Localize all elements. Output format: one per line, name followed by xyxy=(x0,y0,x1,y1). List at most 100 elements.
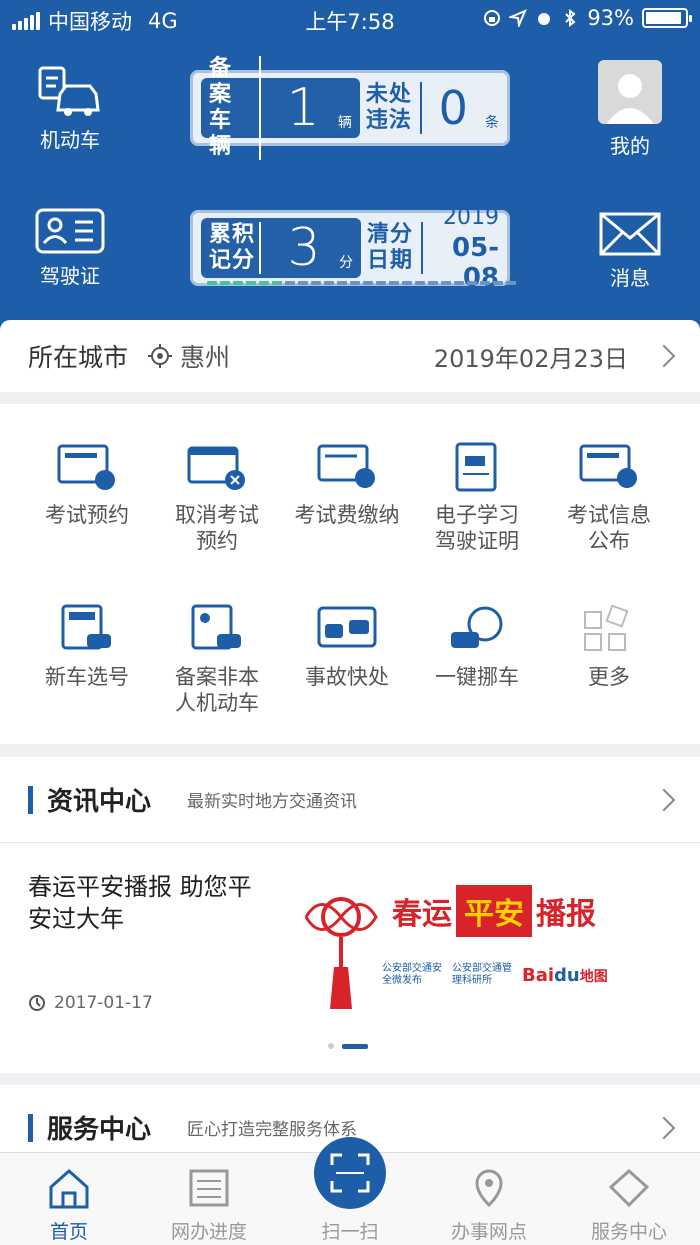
service-e-learning[interactable]: 电子学习 驾驶证明 xyxy=(412,442,542,554)
progress-segment xyxy=(272,281,282,285)
message-button[interactable]: 消息 xyxy=(565,212,695,291)
battery-percent: 93% xyxy=(587,6,634,30)
violation-label-2: 违法 xyxy=(365,108,412,133)
carousel-dot[interactable] xyxy=(328,1043,334,1049)
progress-segment xyxy=(402,281,412,285)
banner-text-1: 春运 xyxy=(392,897,452,932)
mine-label[interactable]: 我的 xyxy=(565,130,695,160)
violation-unit: 条 xyxy=(485,115,499,131)
service-cancel-exam[interactable]: 取消考试 预约 xyxy=(152,442,282,554)
city-bar[interactable]: 所在城市 惠州 2019年02月23日 xyxy=(0,320,700,392)
baidu-logo-text: Bai xyxy=(522,964,555,986)
tab-bar: 首页 网办进度 扫一扫 办事网点 服务中心 xyxy=(0,1137,700,1245)
service-exam-fee[interactable]: 考试费缴纳 xyxy=(282,442,412,528)
scan-button[interactable] xyxy=(314,1137,386,1209)
city-name: 惠州 xyxy=(180,343,231,372)
tab-service-center-label: 服务中心 xyxy=(590,1221,667,1243)
violation-count: 0 xyxy=(438,81,468,135)
points-unit: 分 xyxy=(339,255,354,271)
service-label: 备案非本 xyxy=(175,665,259,689)
exam-fee-icon xyxy=(317,444,375,488)
city-label: 所在城市 xyxy=(28,343,129,372)
exam-info-icon xyxy=(579,444,637,488)
map-pin-icon xyxy=(475,1169,503,1208)
progress-segment xyxy=(389,281,399,285)
rotation-lock-icon xyxy=(484,10,501,26)
baidu-logo-map: 地图 xyxy=(579,968,608,985)
alarm-icon xyxy=(538,13,551,25)
vehicle-icon xyxy=(38,66,100,116)
service-exam-info[interactable]: 考试信息 公布 xyxy=(544,442,674,554)
baidu-logo: Baidu地图 xyxy=(522,965,608,986)
news-item-time: 2017-01-17 xyxy=(28,993,153,1013)
battery-icon xyxy=(642,8,692,28)
tab-scan[interactable]: 扫一扫 xyxy=(285,1217,415,1244)
plate-select-icon xyxy=(61,604,111,650)
carousel-dots xyxy=(328,1043,368,1049)
license-button[interactable]: 驾驶证 xyxy=(5,208,135,289)
points-progress xyxy=(207,281,516,285)
violation-label-1: 未处 xyxy=(365,82,412,107)
carousel-dot-active[interactable] xyxy=(342,1043,368,1049)
cancel-exam-icon xyxy=(187,446,245,490)
points-label-1: 累积 xyxy=(209,222,256,247)
progress-segment xyxy=(298,281,308,285)
banner-logo-2: 公安部交通管理科研所 xyxy=(452,963,512,986)
news-item-title[interactable]: 春运平安播报 助您平安过大年 xyxy=(28,871,258,935)
city-date: 2019年02月23日 xyxy=(433,344,628,373)
chevron-right-icon xyxy=(652,344,676,368)
tab-offices[interactable]: 办事网点 xyxy=(424,1167,554,1244)
chevron-right-icon xyxy=(652,1116,676,1139)
service-more[interactable]: 更多 xyxy=(544,604,674,690)
news-section: 资讯中心 最新实时地方交通资讯 春运平安播报 助您平安过大年 2017-01-1… xyxy=(0,757,700,1073)
news-item-date: 2017-01-17 xyxy=(54,993,153,1013)
banner-text-2: 平安 xyxy=(456,885,532,937)
service-label: 事故快处 xyxy=(305,665,389,689)
service-center-subtitle: 匠心打造完整服务体系 xyxy=(187,1120,358,1140)
license-label: 驾驶证 xyxy=(40,264,100,288)
tab-scan-label: 扫一扫 xyxy=(321,1221,379,1243)
service-register-vehicle[interactable]: 备案非本 人机动车 xyxy=(152,604,282,716)
news-title: 资讯中心 xyxy=(47,787,152,817)
service-label-2: 公布 xyxy=(588,529,630,553)
license-icon xyxy=(35,208,105,254)
tab-home[interactable]: 首页 xyxy=(4,1167,134,1244)
progress-segment xyxy=(285,281,295,285)
progress-segment xyxy=(428,281,438,285)
progress-segment xyxy=(506,281,516,285)
service-label-2: 人机动车 xyxy=(175,691,259,715)
service-label: 考试信息 xyxy=(567,503,651,527)
message-label: 消息 xyxy=(610,266,650,290)
avatar[interactable] xyxy=(598,60,662,124)
city-selector[interactable]: 惠州 xyxy=(148,338,230,374)
service-grid: 考试预约 取消考试 预约 考试费缴纳 电子学习 驾驶证明 考试信息 公布 新车选号 备… xyxy=(0,404,700,744)
more-icon xyxy=(584,604,629,651)
tab-progress[interactable]: 网办进度 xyxy=(144,1167,274,1244)
signal-icon xyxy=(12,12,40,30)
vehicle-summary-panel[interactable]: 备案 车辆 1 辆 未处 违法 0 条 xyxy=(190,56,510,160)
news-subtitle: 最新实时地方交通资讯 xyxy=(187,792,358,812)
registered-vehicles-box: 备案 车辆 1 辆 xyxy=(201,56,360,160)
accident-icon xyxy=(317,606,377,648)
tab-home-label: 首页 xyxy=(49,1221,88,1243)
move-car-icon xyxy=(451,606,503,648)
chinese-knot-icon xyxy=(304,897,378,1009)
progress-segment xyxy=(220,281,230,285)
tab-service-center[interactable]: 服务中心 xyxy=(564,1167,694,1244)
progress-segment xyxy=(350,281,360,285)
vehicle-button[interactable]: 机动车 xyxy=(5,66,135,153)
progress-segment xyxy=(415,281,425,285)
progress-segment xyxy=(337,281,347,285)
points-label-2: 记分 xyxy=(209,248,256,273)
registered-label-2: 车辆 xyxy=(209,108,233,159)
service-move-car[interactable]: 一键挪车 xyxy=(412,604,542,690)
progress-list-icon xyxy=(189,1169,229,1207)
service-accident[interactable]: 事故快处 xyxy=(282,604,412,690)
news-banner[interactable]: 春运 平安 播报 公安部交通安全微发布 公安部交通管理科研所 Baidu地图 xyxy=(296,877,676,1017)
news-header[interactable]: 资讯中心 最新实时地方交通资讯 xyxy=(0,757,700,843)
points-summary-panel[interactable]: 累积 记分 3 分 清分 日期 2019 05-08 xyxy=(190,205,516,293)
service-plate-select[interactable]: 新车选号 xyxy=(22,604,152,690)
service-exam-reserve[interactable]: 考试预约 xyxy=(22,442,152,528)
progress-segment xyxy=(493,281,503,285)
service-label: 新车选号 xyxy=(45,665,129,689)
